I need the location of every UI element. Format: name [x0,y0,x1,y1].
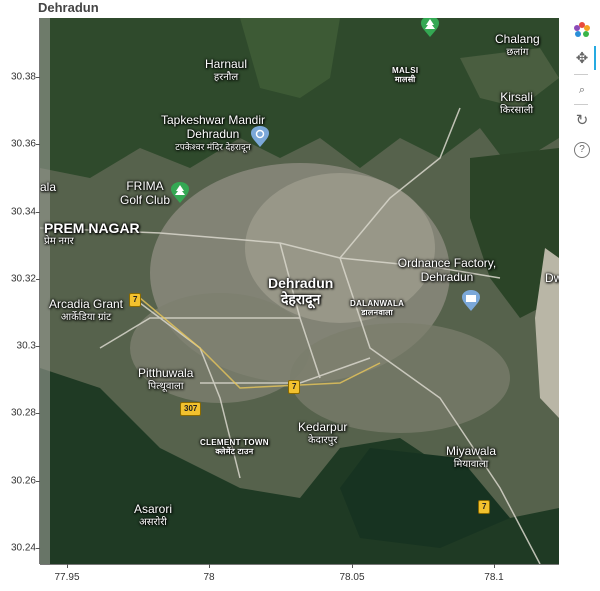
place-label-kirsali: Kirsali किरसाली [500,90,534,116]
y-tick-mark [36,548,40,549]
place-name: ala [40,180,57,194]
wheel-zoom-tool-icon[interactable]: ⌕ [570,78,594,102]
place-name: Miyawala [446,444,497,458]
help-tool-icon[interactable]: ? [570,138,594,162]
place-name: FRIMA Golf Club [119,179,171,207]
place-label-prem-nagar: PREM NAGAR प्रेम नगर [44,220,140,248]
place-local-name: पित्थूवाला [147,380,184,392]
place-name: Kirsali [500,90,533,104]
plot-title: Dehradun [38,0,99,15]
y-tick-label: 30.28 [10,407,36,419]
help-glyph: ? [574,142,590,158]
y-axis: 30.38 30.36 30.34 30.32 30.3 30.28 30.26… [0,18,40,564]
place-name: Ordnance Factory, Dehradun [397,256,497,284]
y-tick-mark [36,77,40,78]
x-axis: 77.95 78 78.05 78.1 [40,564,559,591]
place-label-malsi: MALSI मालसी [392,66,418,84]
golf-park-pin-icon [171,182,189,203]
y-tick-mark [36,481,40,482]
place-name: Kedarpur [298,420,348,434]
y-tick-mark [36,279,40,280]
pan-tool-icon[interactable]: ✥ [570,46,596,70]
place-name: Chalang [495,32,540,46]
place-name: MALSI [392,66,419,75]
place-label-pitthuwala: Pitthuwala पित्थूवाला [138,366,194,392]
place-label-frima: FRIMA Golf Club [115,179,175,208]
place-label-ordnance: Ordnance Factory, Dehradun [382,256,512,285]
place-label-clement-town: CLEMENT TOWN क्लेमेंट टाउन [200,438,269,456]
y-tick-label: 30.26 [10,475,36,487]
map-plot-area[interactable]: Harnaul हरनौल MALSI मालसी Chalang छलांग … [40,18,559,564]
place-local-name: मियावाला [453,458,489,470]
x-tick-label: 78.05 [339,572,365,583]
temple-pin-icon [251,126,269,147]
place-label-arcadia: Arcadia Grant आर्केडिया ग्रांट [46,297,126,323]
y-tick-label: 30.38 [10,71,36,83]
place-label-kedarpur: Kedarpur केदारपुर [298,420,348,446]
place-local-name: हरनौल [213,71,239,83]
y-tick-mark [36,346,40,347]
place-local-name: किरसाली [500,104,534,116]
place-local-name: प्रेम नगर [44,236,74,248]
toolbar-separator [574,104,588,105]
y-tick-label: 30.36 [10,138,36,150]
place-name: Asarori [134,502,173,516]
highway-shield: 7 [129,293,142,307]
y-tick-label: 30.24 [10,542,36,554]
highway-shield: 7 [288,380,301,394]
x-tick-label: 78 [203,572,215,583]
place-name: Pitthuwala [138,366,194,380]
y-tick-mark [36,413,40,414]
y-tick-label: 30.32 [10,273,36,285]
place-name: Harnaul [205,57,248,71]
x-tick-label: 77.95 [54,572,80,583]
museum-pin-icon [462,290,480,311]
x-tick-mark [209,564,210,568]
place-name: Arcadia Grant [48,297,124,311]
place-local-name: क्लेमेंट टाउन [215,447,254,457]
place-name: Dehradun [268,275,334,291]
place-label-harnaul: Harnaul हरनौल [205,57,248,83]
place-local-name: डालनवाला [361,308,393,318]
park-pin-icon [421,18,439,37]
y-tick-mark [36,212,40,213]
place-label-dalanwala: DALANWALA डालनवाला [350,299,404,317]
y-tick-label: 30.34 [10,206,36,218]
place-local-name: केदारपुर [307,434,338,446]
highway-shield: 7 [478,500,491,514]
bokeh-logo-icon[interactable] [570,18,594,42]
x-tick-label: 78.1 [484,572,504,583]
highway-shield: 307 [180,402,202,416]
place-name: PREM NAGAR [44,220,140,236]
place-local-name: छलांग [506,46,529,58]
y-tick-mark [36,144,40,145]
place-label-miyawala: Miyawala मियावाला [446,444,497,470]
x-tick-mark [494,564,495,568]
place-label-chalang: Chalang छलांग [495,32,540,58]
place-name: CLEMENT TOWN [200,438,269,447]
place-name: DALANWALA [350,299,405,308]
place-local-name: देहरादून [280,291,321,308]
place-local-name: मालसी [394,75,416,85]
x-tick-mark [67,564,68,568]
place-label-asarori: Asarori असरोरी [134,502,173,528]
reset-tool-icon[interactable]: ↻ [570,108,594,132]
y-tick-label: 30.3 [16,340,36,352]
place-local-name: आर्केडिया ग्रांट [60,311,112,323]
plot-toolbar: ✥ ⌕ ↻ ? [568,16,596,166]
place-local-name: असरोरी [139,516,167,528]
x-tick-mark [352,564,353,568]
place-label-dw: Dw [545,271,559,286]
place-name: Dw [545,271,559,285]
place-label-dehradun: Dehradun देहरादून [268,275,333,307]
toolbar-separator [574,74,588,75]
place-label-ala: ala [40,180,57,195]
